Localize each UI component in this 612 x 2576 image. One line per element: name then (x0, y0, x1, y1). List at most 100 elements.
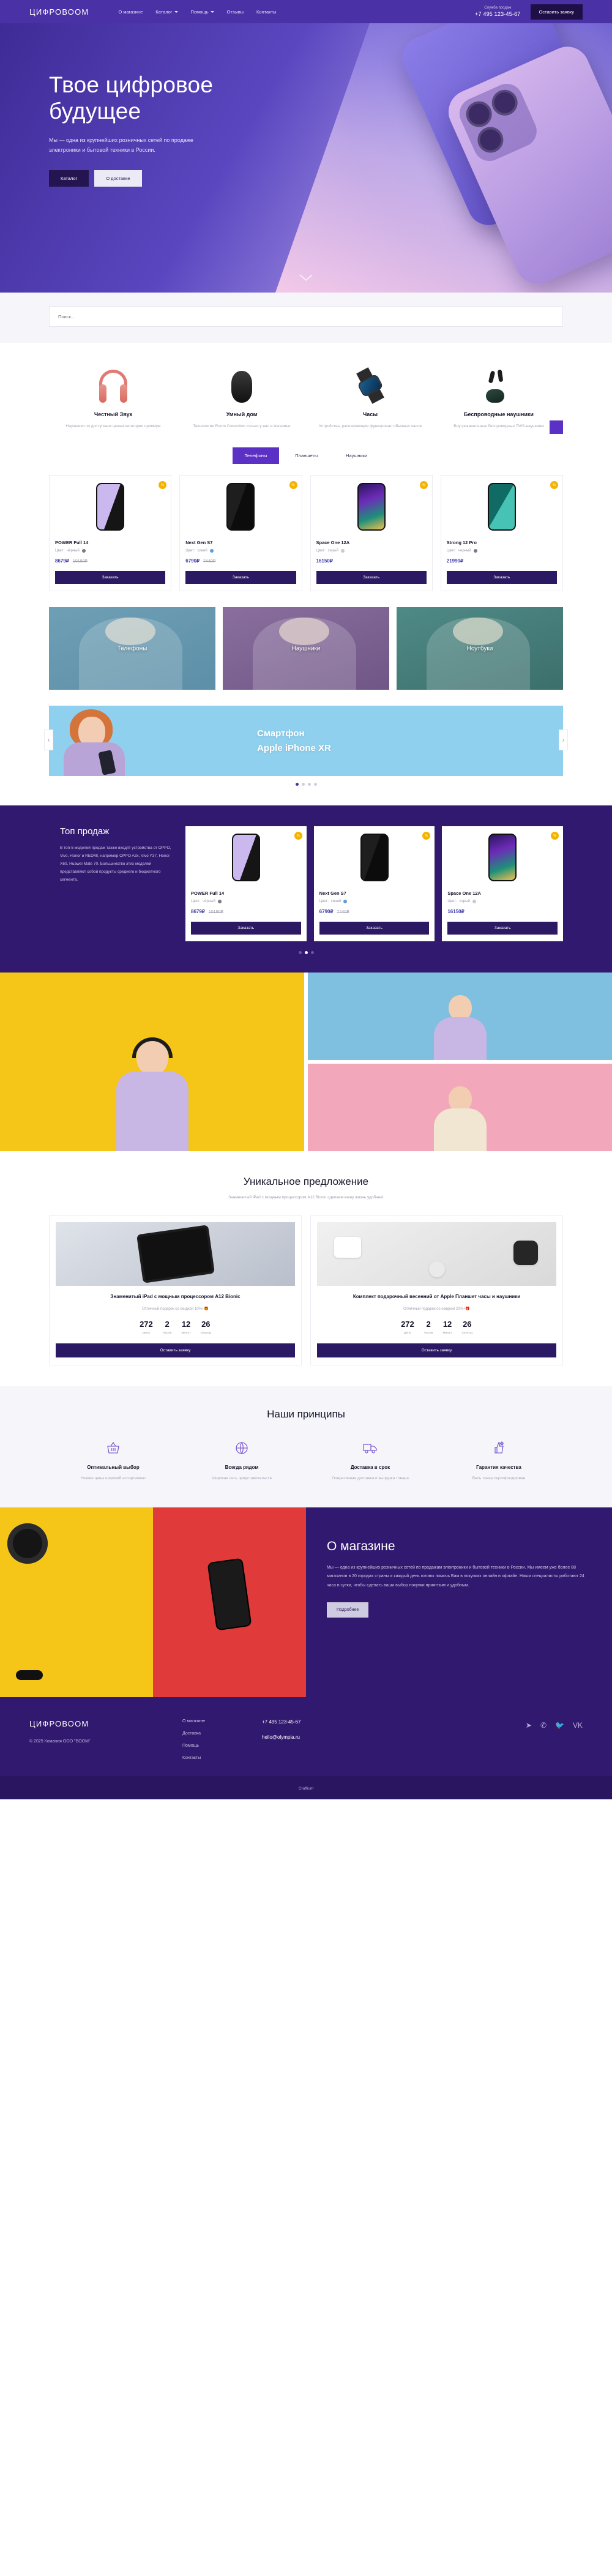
discount-badge: % (550, 481, 558, 490)
order-button[interactable]: Заказать (446, 571, 557, 584)
price-new: 8679₽ (191, 909, 205, 915)
truck-icon (313, 1439, 427, 1457)
footer-link-contacts[interactable]: Контакты (182, 1756, 262, 1760)
product-card[interactable]: % Space One 12A Цвет: серый 16150₽ Заказ… (442, 826, 564, 942)
feature-title: Беспроводные наушники (464, 411, 534, 417)
nav-label: Каталог (155, 9, 173, 15)
about-section: О магазине Мы — одна из крупнейших розни… (0, 1507, 612, 1697)
about-more-button[interactable]: Подробнее (327, 1602, 369, 1618)
offer-request-button[interactable]: Оставить заявку (56, 1343, 295, 1358)
vk-icon[interactable]: VK (573, 1722, 583, 1729)
footer-link-help[interactable]: Помощь (182, 1744, 262, 1748)
hero-content: Твое цифровое будущее Мы — одна из крупн… (49, 23, 563, 187)
feature-card[interactable]: Честный Звук Наушники по доступным ценам… (49, 360, 177, 430)
footer-phone[interactable]: +7 495 123-45-67 (262, 1719, 384, 1725)
product-card[interactable]: % POWER Full 14 Цвет: чёрный 8679₽ 10190… (185, 826, 307, 942)
category-tile-phones[interactable]: Телефоны (49, 607, 215, 690)
category-tile-headphones[interactable]: Наушники (223, 607, 389, 690)
earbuds-product-icon (16, 1670, 43, 1680)
nav-item-help[interactable]: Помощь (191, 9, 214, 15)
hero-delivery-button[interactable]: О доставке (94, 170, 142, 187)
principle-text: Весь товар сертифицирован (472, 1476, 526, 1481)
header-phone-number[interactable]: +7 495 123-45-67 (475, 10, 521, 18)
discount-badge: % (422, 832, 431, 840)
product-image (447, 481, 557, 532)
slider-dot[interactable] (298, 951, 302, 955)
color-value: синий (330, 900, 341, 904)
nav-item-about[interactable]: О магазине (118, 9, 143, 15)
feature-text: Технология Room Correction только у нас … (193, 424, 291, 428)
footer-logo[interactable]: ЦИФРОВООМ (29, 1719, 182, 1728)
product-prices: 16150₽ (447, 909, 558, 914)
order-button[interactable]: Заказать (447, 922, 558, 935)
slider-dot[interactable] (295, 783, 299, 786)
catalog-tabs: Телефоны Планшеты Наушники (49, 434, 563, 475)
principle-text: Широкая сеть представительств (212, 1476, 272, 1481)
category-tile-laptops[interactable]: Ноутбуки (397, 607, 563, 690)
site-logo[interactable]: ЦИФРОВООМ (29, 7, 89, 17)
footer-email[interactable]: hello@olympia.ru (262, 1734, 384, 1740)
twitter-icon[interactable]: 🐦 (555, 1722, 564, 1729)
product-card[interactable]: % POWER Full 14 Цвет: чёрный 8679₽ 10190… (49, 475, 172, 592)
sales-service-label: Служба продаж (484, 6, 512, 10)
product-prices: 21990₽ (447, 558, 557, 564)
order-button[interactable]: Заказать (185, 571, 296, 584)
promo-slide[interactable]: Смартфон Apple iPhone XR (49, 706, 563, 777)
countdown-value: 2 (165, 1320, 170, 1329)
nav-item-contacts[interactable]: Контакты (256, 9, 276, 15)
slider-dot[interactable] (313, 783, 317, 786)
offer-card[interactable]: Знаменитый iPad с мощным процессором A12… (49, 1215, 302, 1366)
product-card[interactable]: % Next Gen S7 Цвет: синий 6790₽ 7440₽ За (313, 826, 435, 942)
offer-image (56, 1222, 295, 1286)
product-name: Space One 12A (447, 890, 481, 897)
order-button[interactable]: Заказать (319, 922, 430, 935)
unique-offer-section: Уникальное предложение Знаменитый iPad с… (49, 1151, 563, 1386)
chevron-down-icon (210, 10, 214, 13)
telegram-icon[interactable]: ➤ (526, 1722, 532, 1729)
slider-next-icon[interactable]: › (559, 729, 568, 750)
countdown-caption: день (403, 1331, 411, 1335)
tab-tablets[interactable]: Планшеты (283, 447, 330, 464)
nav-item-catalog[interactable]: Каталог (155, 9, 178, 15)
order-button[interactable]: Заказать (316, 571, 427, 584)
countdown-value: 12 (442, 1320, 452, 1329)
about-photo (0, 1507, 306, 1697)
footer-link-delivery[interactable]: Доставка (182, 1731, 262, 1736)
footer-credit-bar: Craftium (0, 1775, 612, 1799)
slider-dot[interactable] (310, 951, 314, 955)
made-by-label[interactable]: Craftium (299, 1786, 314, 1791)
hero-catalog-button[interactable]: Каталог (49, 170, 89, 187)
offer-card[interactable]: Комплект подарочный весенний от Apple Пл… (310, 1215, 563, 1366)
product-card[interactable]: % Strong 12 Pro Цвет: черный 21990₽ Зака… (440, 475, 563, 592)
feature-card[interactable]: Беспроводные наушники Внутриканальные бе… (435, 360, 563, 430)
lifestyle-photo-grid (0, 973, 612, 1152)
page-root: ЦИФРОВООМ О магазине Каталог Помощь Отзы… (0, 0, 612, 1799)
search-input[interactable] (49, 306, 563, 327)
product-image (319, 832, 430, 883)
discount-badge: % (419, 481, 428, 490)
main-nav: О магазине Каталог Помощь Отзывы Контакт… (118, 9, 276, 15)
principle-title: Оптимальный выбор (87, 1465, 140, 1471)
tab-headphones[interactable]: Наушники (334, 447, 379, 464)
scroll-down-icon[interactable] (299, 274, 313, 282)
feature-card[interactable]: Часы Устройства, расширяющие функционал … (306, 360, 435, 430)
tab-phones[interactable]: Телефоны (232, 447, 280, 465)
footer-link-about[interactable]: О магазине (182, 1719, 262, 1723)
slider-dot[interactable] (307, 783, 311, 786)
nav-item-reviews[interactable]: Отзывы (227, 9, 244, 15)
countdown-value: 26 (463, 1320, 472, 1329)
whatsapp-icon[interactable]: ✆ (540, 1722, 547, 1729)
order-button[interactable]: Заказать (55, 571, 166, 584)
color-label: Цвет: (447, 900, 457, 904)
color-label: Цвет: (316, 549, 326, 553)
header-request-button[interactable]: Оставить заявку (530, 4, 583, 20)
product-card[interactable]: % Next Gen S7 Цвет: синий 6790₽ 7440₽ За… (179, 475, 302, 592)
slider-prev-icon[interactable]: ‹ (44, 729, 53, 750)
slider-dot[interactable] (301, 783, 305, 786)
slider-dot[interactable] (304, 951, 308, 955)
feature-card[interactable]: Умный дом Технология Room Correction тол… (177, 360, 306, 430)
feature-title: Умный дом (226, 411, 258, 417)
order-button[interactable]: Заказать (191, 922, 301, 935)
product-card[interactable]: % Space One 12A Цвет: серый 16150₽ Заказ… (310, 475, 433, 592)
offer-request-button[interactable]: Оставить заявку (317, 1343, 556, 1358)
